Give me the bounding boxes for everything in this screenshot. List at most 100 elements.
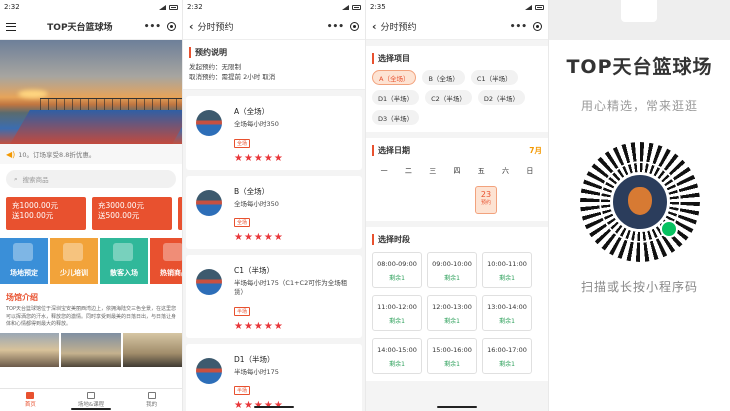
slot-remain: 剩余1 bbox=[499, 275, 515, 282]
court-card-b[interactable]: B（全场） 全场每小时350 全场 ★★★★★ bbox=[186, 175, 362, 249]
mini-program-qr-code[interactable] bbox=[579, 142, 700, 262]
close-capsule-icon[interactable] bbox=[533, 22, 542, 31]
court-tag: 全场 bbox=[234, 138, 251, 148]
time-slot[interactable]: 15:00-16:00 剩余1 bbox=[427, 338, 477, 374]
menu-icon[interactable] bbox=[6, 22, 16, 31]
time-slot[interactable]: 10:00-11:00 剩余1 bbox=[482, 252, 532, 288]
slot-remain: 剩余1 bbox=[389, 275, 405, 282]
mini-program-capsule[interactable]: ••• bbox=[144, 22, 176, 32]
recharge-coupons: 充1000.00元 送100.00元 充3000.00元 送500.00元 bbox=[0, 194, 182, 233]
court-name: A（全场） bbox=[234, 107, 270, 117]
tiger-logo-icon bbox=[609, 172, 670, 232]
slot-remain: 剩余1 bbox=[444, 275, 460, 282]
page-title: 分时预约 bbox=[380, 23, 417, 33]
project-option-d3[interactable]: D3（半场） bbox=[372, 110, 420, 125]
date-section: 选择日期 7月 一 二 三 四 五 六 日 23 预约 bbox=[366, 138, 548, 221]
project-option-c2[interactable]: C2（半场） bbox=[425, 90, 472, 105]
court-card-d1[interactable]: D1（半场） 半场每小时175 半场 ★★★★★ bbox=[186, 343, 362, 411]
feature-hot-products[interactable]: 热销商品 bbox=[150, 238, 182, 284]
battery-icon bbox=[169, 4, 178, 10]
more-icon[interactable]: ••• bbox=[510, 22, 527, 32]
home-screen: 2:32 TOP天台篮球场 ••• ◀) 10。订场享受8.8折优惠。 ⌕ 搜索… bbox=[0, 0, 182, 411]
coupon-partial[interactable] bbox=[178, 197, 182, 230]
feature-label: 场地预定 bbox=[10, 269, 38, 277]
slot-remain: 剩余1 bbox=[499, 318, 515, 325]
tab-mine[interactable]: 我的 bbox=[121, 389, 182, 411]
feature-kids-training[interactable]: 少儿培训 bbox=[50, 238, 98, 284]
feature-label: 热销商品 bbox=[160, 269, 182, 277]
court-tag: 半场 bbox=[234, 306, 251, 316]
court-card-a[interactable]: A（全场） 全场每小时350 全场 ★★★★★ bbox=[186, 96, 362, 170]
slot-remain: 剩余1 bbox=[389, 361, 405, 368]
month-label[interactable]: 7月 bbox=[529, 145, 542, 156]
slot-time: 16:00-17:00 bbox=[487, 346, 527, 354]
status-icons bbox=[159, 4, 178, 10]
court-desc: 半场每小时175 bbox=[234, 367, 279, 376]
project-option-d1[interactable]: D1（半场） bbox=[372, 90, 420, 105]
weekday: 日 bbox=[526, 167, 534, 175]
slot-remain: 剩余1 bbox=[444, 361, 460, 368]
scan-hint: 扫描或长按小程序码 bbox=[580, 280, 698, 294]
time-slot[interactable]: 14:00-15:00 剩余1 bbox=[372, 338, 422, 374]
mini-program-capsule[interactable]: ••• bbox=[327, 22, 359, 32]
hero-banner[interactable] bbox=[0, 40, 182, 144]
time-slot[interactable]: 08:00-09:00 剩余1 bbox=[372, 252, 422, 288]
promo-header bbox=[549, 0, 730, 40]
status-bar: 2:32 bbox=[0, 0, 182, 14]
promo-subtitle: 用心精选，常来逛逛 bbox=[580, 99, 698, 113]
timeslot-screen: 2:35 ‹ 分时预约 ••• 选择项目 A（全场） B（全场） C1（半场） … bbox=[366, 0, 548, 411]
date-cell-selected[interactable]: 23 预约 bbox=[475, 186, 497, 214]
close-capsule-icon[interactable] bbox=[350, 22, 359, 31]
mini-program-capsule[interactable]: ••• bbox=[510, 22, 542, 32]
court-thumbnail-icon bbox=[196, 268, 222, 295]
signal-icon bbox=[159, 4, 166, 10]
tab-label: 首页 bbox=[24, 402, 36, 408]
venue-photo[interactable] bbox=[61, 332, 121, 367]
status-icons bbox=[525, 4, 544, 10]
more-icon[interactable]: ••• bbox=[144, 22, 161, 32]
feature-walk-in[interactable]: 散客入场 bbox=[100, 238, 148, 284]
court-card-c1[interactable]: C1（半场） 半场每小时175（C1+C2可作为全场租赁） 半场 ★★★★★ bbox=[186, 254, 362, 338]
book-icon bbox=[87, 392, 95, 399]
status-time: 2:32 bbox=[4, 3, 20, 11]
time-slot[interactable]: 12:00-13:00 剩余1 bbox=[427, 295, 477, 331]
tab-label: 场地&课程 bbox=[77, 402, 105, 408]
feature-venue-booking[interactable]: 场地预定 bbox=[0, 238, 48, 284]
project-option-a[interactable]: A（全场） bbox=[372, 70, 417, 85]
project-option-d2[interactable]: D2（半场） bbox=[477, 90, 525, 105]
time-slot[interactable]: 09:00-10:00 剩余1 bbox=[427, 252, 477, 288]
feature-label: 散客入场 bbox=[110, 269, 138, 277]
court-thumbnail-icon bbox=[196, 189, 222, 216]
tab-home[interactable]: 首页 bbox=[0, 389, 61, 411]
home-indicator bbox=[71, 408, 111, 410]
project-option-b[interactable]: B（全场） bbox=[422, 70, 465, 85]
venue-photo[interactable] bbox=[122, 332, 182, 367]
court-icon bbox=[113, 243, 133, 261]
home-icon bbox=[26, 392, 35, 399]
intro-text: TOP天台篮球馆位于深圳宝安美丽西湾边上，依拥海陆交三色全景，在这里您可以挥洒您… bbox=[6, 306, 177, 327]
weekday-header: 一 二 三 四 五 六 日 bbox=[372, 166, 542, 176]
time-slot[interactable]: 16:00-17:00 剩余1 bbox=[482, 338, 532, 374]
project-option-c1[interactable]: C1（半场） bbox=[470, 70, 518, 85]
feature-label: 少儿培训 bbox=[60, 269, 88, 277]
search-input[interactable]: ⌕ 搜索商品 bbox=[6, 170, 176, 188]
coupon-1000[interactable]: 充1000.00元 送100.00元 bbox=[6, 197, 86, 230]
rating-stars: ★★★★★ bbox=[234, 231, 284, 243]
court-name: C1（半场） bbox=[234, 265, 275, 275]
court-name: B（全场） bbox=[234, 186, 270, 196]
status-bar: 2:32 bbox=[183, 0, 365, 14]
coupon-3000[interactable]: 充3000.00元 送500.00元 bbox=[92, 197, 172, 230]
more-icon[interactable]: ••• bbox=[327, 22, 344, 32]
venue-photo[interactable] bbox=[0, 332, 60, 367]
weekday: 六 bbox=[502, 167, 510, 175]
court-desc: 半场每小时175（C1+C2可作为全场租赁） bbox=[234, 278, 348, 297]
rules-title: 预约说明 bbox=[189, 47, 359, 58]
slot-time: 09:00-10:00 bbox=[432, 260, 472, 268]
battery-icon bbox=[535, 4, 544, 10]
time-slot[interactable]: 13:00-14:00 剩余1 bbox=[482, 295, 532, 331]
time-slot[interactable]: 11:00-12:00 剩余1 bbox=[372, 295, 422, 331]
close-capsule-icon[interactable] bbox=[167, 22, 176, 31]
mini-program-badge-icon bbox=[659, 220, 678, 238]
slot-time: 14:00-15:00 bbox=[377, 346, 417, 354]
court-desc: 全场每小时350 bbox=[234, 199, 279, 208]
